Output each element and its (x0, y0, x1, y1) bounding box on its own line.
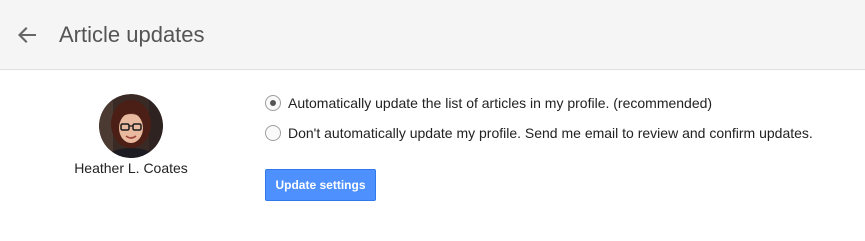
avatar (99, 94, 163, 158)
option-email-review[interactable]: Don't automatically update my profile. S… (265, 124, 813, 142)
page-title: Article updates (59, 22, 205, 47)
option-auto-update-label: Automatically update the list of article… (288, 95, 713, 111)
arrow-back-icon (18, 27, 36, 43)
option-email-review-label: Don't automatically update my profile. S… (288, 125, 813, 141)
back-button[interactable] (13, 21, 41, 49)
user-photo (99, 94, 163, 158)
update-settings-button[interactable]: Update settings (265, 169, 376, 201)
page-header: Article updates (0, 0, 865, 70)
radio-auto-update[interactable] (265, 95, 281, 111)
option-auto-update[interactable]: Automatically update the list of article… (265, 94, 712, 112)
user-name: Heather L. Coates (74, 160, 188, 176)
radio-email-review[interactable] (265, 125, 281, 141)
